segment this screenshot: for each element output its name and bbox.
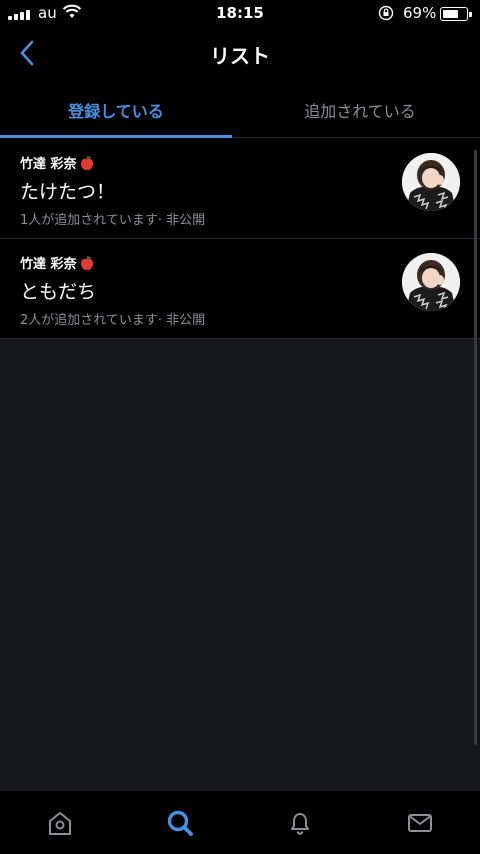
list-item[interactable]: 竹達 彩奈 ともだち 2人が追加されています· 非公開 <box>0 239 480 339</box>
nav-messages-button[interactable] <box>400 805 440 841</box>
home-icon <box>49 812 71 835</box>
empty-list-area <box>0 339 480 790</box>
list-item[interactable]: 竹達 彩奈 たけたつ！ 1人が追加されています· 非公開 <box>0 139 480 239</box>
orientation-lock-icon <box>378 5 394 25</box>
messages-icon <box>408 814 432 832</box>
nav-search-button[interactable] <box>160 805 200 841</box>
list-owner-name: 竹達 彩奈 <box>20 157 77 172</box>
battery-icon <box>440 7 472 21</box>
list-name: たけたつ！ <box>20 181 116 203</box>
list-owner: 竹達 彩奈 <box>20 253 95 272</box>
apple-emoji-icon <box>80 255 93 270</box>
avatar <box>402 253 460 311</box>
page-title: リスト <box>210 44 270 68</box>
lists-container: 竹達 彩奈 たけたつ！ 1人が追加されています· 非公開 竹達 彩奈 ともだち … <box>0 139 480 339</box>
nav-home-button[interactable] <box>40 805 80 841</box>
bottom-nav <box>0 790 480 854</box>
tab-subscribed[interactable]: 登録している <box>0 82 232 138</box>
tab-member-of[interactable]: 追加されている <box>240 82 480 137</box>
tab-bar: 登録している 追加されている <box>0 82 480 138</box>
tab-subscribed-label: 登録している <box>68 101 164 121</box>
apple-emoji-icon <box>80 155 93 170</box>
tab-active-indicator <box>0 135 232 138</box>
list-meta: 2人が追加されています· 非公開 <box>20 313 206 328</box>
list-owner-name: 竹達 彩奈 <box>20 257 77 272</box>
list-owner: 竹達 彩奈 <box>20 153 95 172</box>
scrollbar[interactable] <box>474 150 477 745</box>
list-meta: 1人が追加されています· 非公開 <box>20 213 206 228</box>
search-icon <box>167 810 193 836</box>
tab-member-of-label: 追加されている <box>304 101 416 121</box>
header: リスト <box>0 28 480 80</box>
nav-notifications-button[interactable] <box>280 805 320 841</box>
battery-percent: 69% <box>403 4 437 22</box>
status-bar: au 18:15 69% <box>0 0 480 28</box>
avatar <box>402 153 460 211</box>
list-name: ともだち <box>20 281 97 303</box>
notifications-icon <box>291 813 309 835</box>
